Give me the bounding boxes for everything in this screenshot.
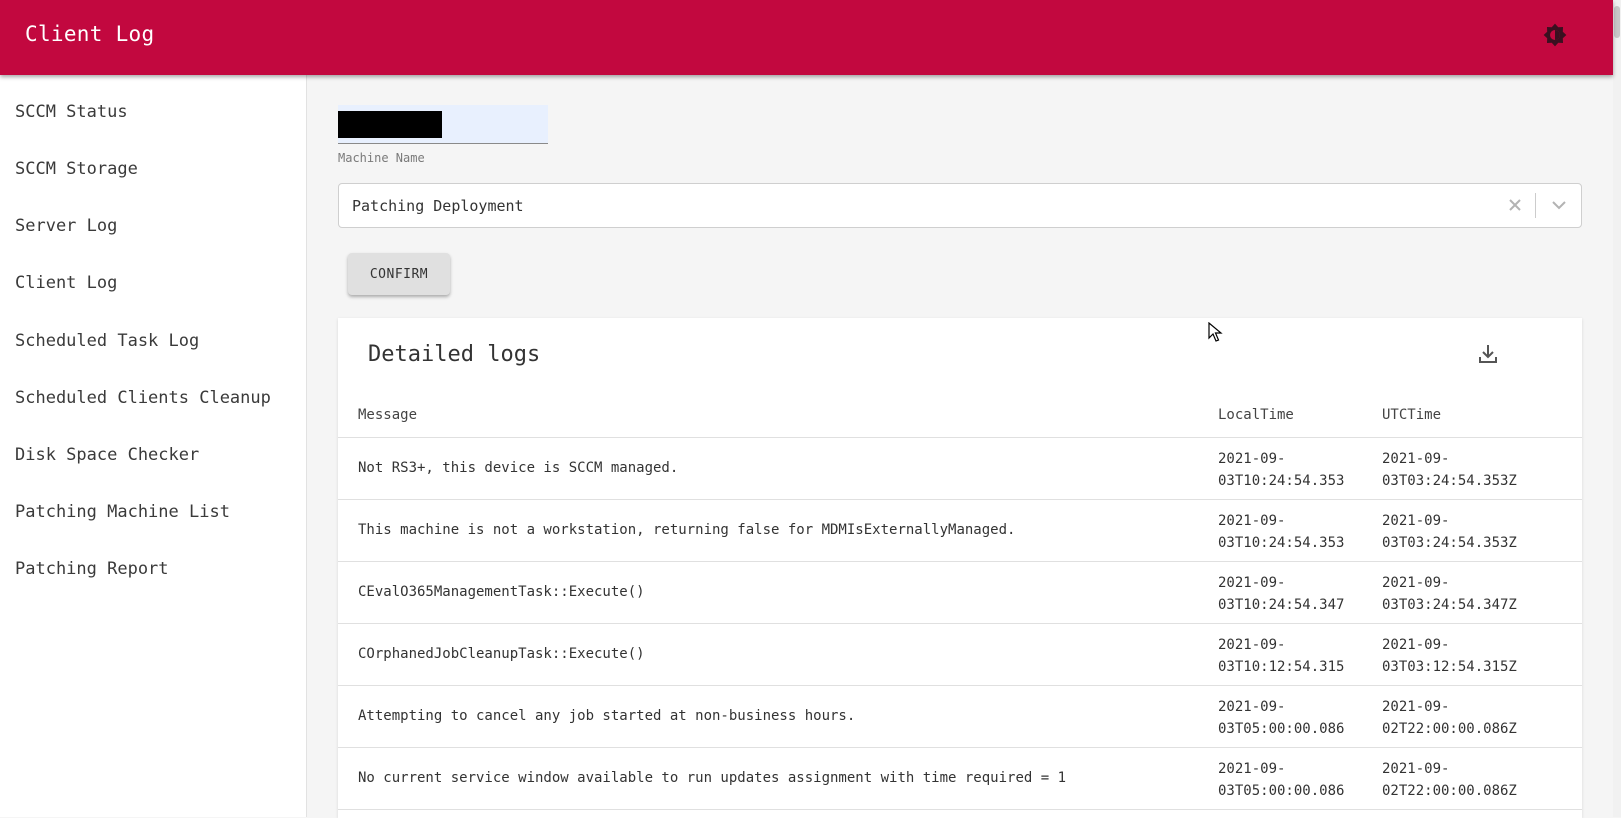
machine-name-label: Machine Name	[338, 151, 425, 165]
column-header-utctime[interactable]: UTCTime	[1382, 407, 1441, 423]
table-header: Message LocalTime UTCTime	[338, 395, 1582, 438]
cell-utctime: 2021-09- 03T03:24:54.353Z	[1382, 451, 1517, 489]
sidebar-item-patching-machine-list[interactable]: Patching Machine List	[15, 502, 230, 522]
cell-message: COrphanedJobCleanupTask::Execute()	[358, 646, 645, 662]
cell-localtime: 2021-09- 03T05:00:00.086	[1218, 761, 1345, 799]
confirm-button[interactable]: CONFIRM	[348, 253, 450, 295]
sidebar-item-client-log[interactable]: Client Log	[15, 273, 117, 293]
table-row[interactable]: CEvalO365ManagementTask::Execute() 2021-…	[338, 562, 1582, 624]
sidebar: SCCM Status SCCM Storage Server Log Clie…	[0, 75, 307, 817]
app-bar: Client Log	[0, 0, 1613, 75]
page-scrollbar[interactable]	[1613, 0, 1621, 817]
main-content: Machine Name Patching Deployment CONFIRM…	[307, 75, 1613, 818]
column-header-localtime[interactable]: LocalTime	[1218, 407, 1294, 423]
table-row[interactable]: This machine is not a workstation, retur…	[338, 500, 1582, 562]
cell-localtime: 2021-09- 03T10:24:54.347	[1218, 575, 1345, 613]
chevron-down-icon[interactable]	[1547, 193, 1571, 217]
detailed-logs-title: Detailed logs	[368, 342, 541, 367]
cell-message: No current service window available to r…	[358, 770, 1067, 786]
select-separator	[1535, 193, 1536, 218]
cell-utctime: 2021-09- 02T22:00:00.086Z	[1382, 699, 1517, 737]
log-type-select[interactable]: Patching Deployment	[338, 183, 1582, 228]
redacted-machine-name	[338, 111, 442, 138]
detailed-logs-panel: Detailed logs Message LocalTime UTCTime …	[338, 318, 1582, 818]
cell-message: Attempting to cancel any job started at …	[358, 708, 856, 724]
sidebar-item-disk-space-checker[interactable]: Disk Space Checker	[15, 445, 199, 465]
cell-utctime: 2021-09- 03T03:24:54.347Z	[1382, 575, 1517, 613]
cell-localtime: 2021-09- 03T10:12:54.315	[1218, 637, 1345, 675]
cell-localtime: 2021-09- 03T05:00:00.086	[1218, 699, 1345, 737]
brightness-icon	[1542, 22, 1568, 52]
cell-utctime: 2021-09- 03T03:12:54.315Z	[1382, 637, 1517, 675]
cell-localtime: 2021-09- 03T10:24:54.353	[1218, 451, 1345, 489]
clear-icon[interactable]	[1503, 193, 1527, 217]
log-type-selected-value: Patching Deployment	[352, 197, 524, 215]
table-row[interactable]: Attempting to cancel any job started at …	[338, 686, 1582, 748]
cell-utctime: 2021-09- 02T22:00:00.086Z	[1382, 761, 1517, 799]
page-scrollbar-thumb[interactable]	[1614, 6, 1620, 38]
cell-localtime: 2021-09- 03T10:24:54.353	[1218, 513, 1345, 551]
download-button[interactable]	[1474, 342, 1502, 370]
table-row[interactable]: COrphanedJobCleanupTask::Execute() 2021-…	[338, 624, 1582, 686]
table-row[interactable]: No current service window available to r…	[338, 748, 1582, 810]
table-row[interactable]: Not RS3+, this device is SCCM managed. 2…	[338, 438, 1582, 500]
machine-name-input[interactable]	[338, 105, 548, 144]
sidebar-item-scheduled-clients-cleanup[interactable]: Scheduled Clients Cleanup	[15, 388, 271, 408]
theme-toggle-button[interactable]	[1540, 22, 1570, 52]
sidebar-item-sccm-status[interactable]: SCCM Status	[15, 102, 128, 122]
page-title: Client Log	[25, 22, 155, 46]
cell-message: This machine is not a workstation, retur…	[358, 522, 1016, 538]
sidebar-item-sccm-storage[interactable]: SCCM Storage	[15, 159, 138, 179]
cell-message: CEvalO365ManagementTask::Execute()	[358, 584, 645, 600]
column-header-message[interactable]: Message	[358, 407, 417, 423]
sidebar-item-scheduled-task-log[interactable]: Scheduled Task Log	[15, 331, 199, 351]
sidebar-item-server-log[interactable]: Server Log	[15, 216, 117, 236]
cell-message: Not RS3+, this device is SCCM managed.	[358, 460, 679, 476]
download-icon	[1476, 342, 1500, 370]
cell-utctime: 2021-09- 03T03:24:54.353Z	[1382, 513, 1517, 551]
table-body: Not RS3+, this device is SCCM managed. 2…	[338, 438, 1582, 810]
sidebar-item-patching-report[interactable]: Patching Report	[15, 559, 169, 579]
